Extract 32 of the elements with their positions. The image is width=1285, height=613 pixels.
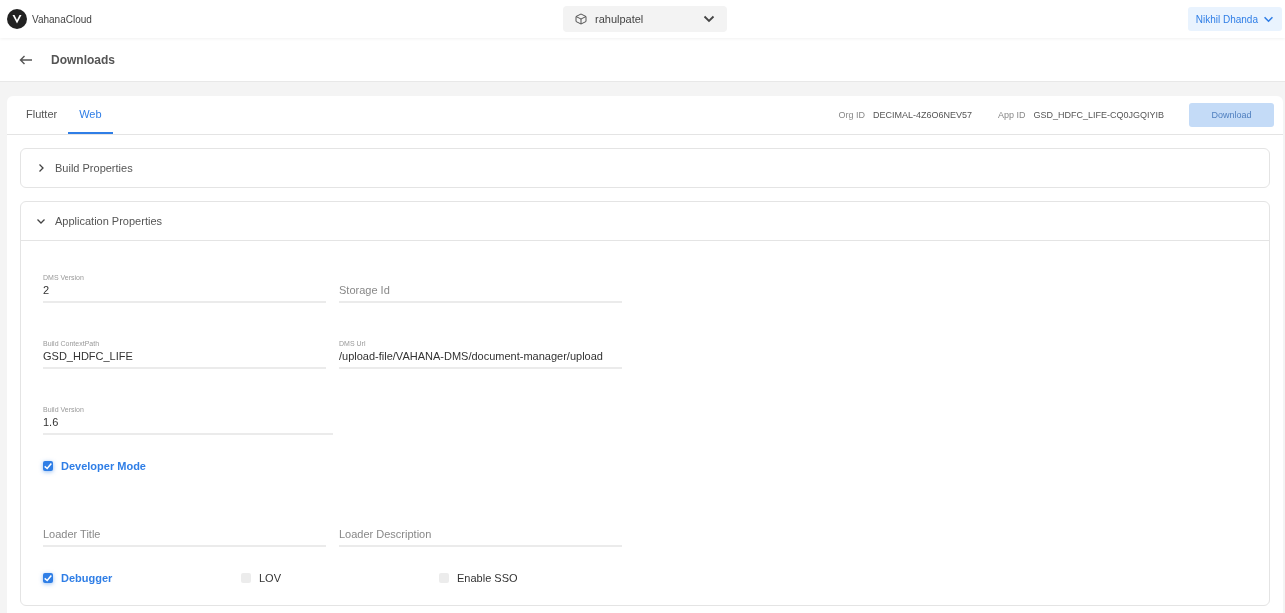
chevron-down-icon: [703, 15, 715, 23]
logo-icon: [7, 9, 27, 29]
input-field[interactable]: GSD_HDFC_LIFE: [43, 350, 326, 369]
chevron-down-icon: [1263, 15, 1274, 23]
id-label: Org ID: [838, 110, 865, 120]
workspace-dropdown[interactable]: rahulpatel: [563, 6, 727, 32]
checkbox-option[interactable]: Developer Mode: [43, 460, 146, 472]
cube-icon: [575, 13, 587, 25]
checkbox-option[interactable]: LOV: [241, 572, 281, 584]
input-field[interactable]: Loader Title: [43, 528, 326, 547]
chevron-icon: [36, 216, 46, 226]
checkbox-option[interactable]: Enable SSO: [439, 572, 518, 584]
checkbox[interactable]: [43, 461, 53, 471]
input-field[interactable]: Loader Description: [339, 528, 622, 547]
chevron-icon: [36, 163, 46, 173]
id-label: App ID: [997, 110, 1026, 120]
tab[interactable]: Web: [68, 96, 113, 134]
checkbox-option[interactable]: Debugger: [43, 572, 113, 584]
input-field[interactable]: 1.6: [43, 416, 333, 435]
page-title: Downloads: [51, 52, 115, 67]
brand-name: VahanaCloud: [32, 13, 92, 25]
accordion-header[interactable]: Application Properties: [21, 202, 1269, 241]
input-field[interactable]: 2: [43, 284, 326, 303]
input-field[interactable]: /upload-file/VAHANA-DMS/document-manager/upload: [339, 350, 622, 369]
input-field[interactable]: Storage Id: [339, 284, 622, 303]
tab[interactable]: Flutter: [15, 96, 69, 134]
id-value: DECIMAL-4Z6O6NEV57: [872, 110, 972, 120]
id-value: GSD_HDFC_LIFE-CQ0JGQIYIB: [1033, 110, 1164, 120]
back-arrow-icon[interactable]: [19, 54, 33, 65]
checkbox[interactable]: [43, 573, 53, 583]
accordion-header[interactable]: Build Properties: [21, 149, 1269, 187]
user-menu[interactable]: Nikhil Dhanda: [1187, 7, 1282, 31]
